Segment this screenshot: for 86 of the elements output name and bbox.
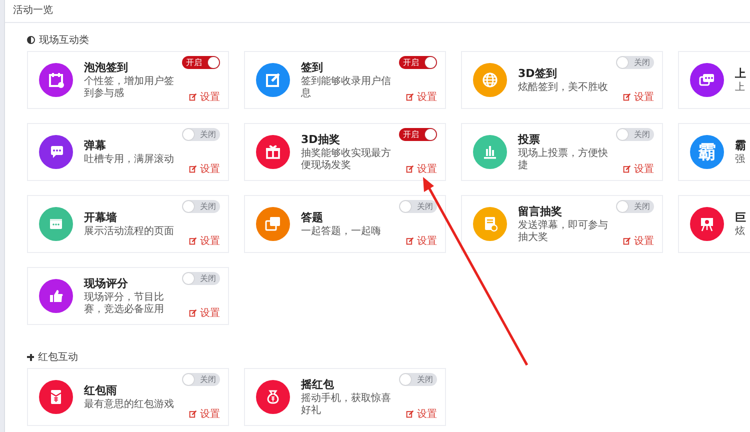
edit-icon xyxy=(406,410,414,418)
toggle-switch[interactable]: 关闭 xyxy=(182,128,220,141)
activity-title: 答题 xyxy=(301,210,324,224)
edit-icon xyxy=(189,237,197,245)
thumbs-up-icon xyxy=(39,279,73,313)
activity-description: 炫 xyxy=(735,226,746,238)
activity-description: 发送弹幕，即可参与抽大奖 xyxy=(518,220,609,244)
settings-link[interactable]: 设置 xyxy=(623,162,654,176)
edit-icon xyxy=(256,63,290,97)
activity-description: 炫酷签到，美不胜收 xyxy=(518,82,609,94)
section-title: 红包互动 xyxy=(38,351,78,364)
activity-description: 现场上投票，方便快捷 xyxy=(518,148,609,172)
bar-chart-icon xyxy=(473,135,507,169)
activity-title: 霸 xyxy=(735,138,747,152)
toggle-switch[interactable]: 关闭 xyxy=(182,200,220,213)
toggle-switch[interactable]: 关闭 xyxy=(182,272,220,285)
activity-description: 签到能够收录用户信息 xyxy=(301,76,392,100)
toggle-switch[interactable]: 关闭 xyxy=(616,128,654,141)
settings-link[interactable]: 设置 xyxy=(623,90,654,104)
activity-description: 个性签，增加用户签到参与感 xyxy=(84,76,175,100)
chat-icon xyxy=(690,63,724,97)
edit-icon xyxy=(406,93,414,101)
settings-link[interactable]: 设置 xyxy=(623,234,654,248)
activity-description: 吐槽专用，满屏滚动 xyxy=(84,154,175,166)
chat-icon xyxy=(256,207,290,241)
activity-title: 弹幕 xyxy=(84,138,107,152)
toggle-switch[interactable]: 关闭 xyxy=(399,200,437,213)
settings-link[interactable]: 设置 xyxy=(189,407,220,421)
activity-description: 最有意思的红包游戏 xyxy=(84,398,175,410)
activity-title: 巨 xyxy=(735,210,747,224)
edit-icon xyxy=(189,93,197,101)
settings-link[interactable]: 设置 xyxy=(189,90,220,104)
document-icon xyxy=(473,207,507,241)
edit-icon xyxy=(623,237,631,245)
activity-title: 签到 xyxy=(301,60,324,74)
settings-link[interactable]: 设置 xyxy=(406,407,437,421)
toggle-switch[interactable]: 关闭 xyxy=(399,373,437,386)
activity-description: 一起答题，一起嗨 xyxy=(301,226,382,238)
edit-icon xyxy=(623,165,631,173)
toggle-switch[interactable]: 开启 xyxy=(182,56,220,69)
activity-title: 上 xyxy=(735,66,747,80)
settings-link[interactable]: 设置 xyxy=(189,306,220,320)
edit-icon xyxy=(406,165,414,173)
edit-icon xyxy=(406,237,414,245)
activity-description: 摇动手机，获取惊喜好礼 xyxy=(301,392,392,416)
panel-title: 活动一览 xyxy=(5,0,750,23)
easel-icon xyxy=(690,207,724,241)
half-circle-icon xyxy=(27,36,35,44)
settings-link[interactable]: 设置 xyxy=(406,234,437,248)
settings-link[interactable]: 设置 xyxy=(406,90,437,104)
activity-description: 强 xyxy=(735,154,746,166)
gift-icon xyxy=(256,135,290,169)
money-bag-icon xyxy=(256,380,290,414)
edit-icon xyxy=(189,410,197,418)
toggle-switch[interactable]: 关闭 xyxy=(616,200,654,213)
globe-icon xyxy=(473,63,507,97)
activity-description: 抽奖能够收实现最方便现场发奖 xyxy=(301,148,392,172)
edit-icon xyxy=(623,93,631,101)
settings-link[interactable]: 设置 xyxy=(189,234,220,248)
activity-title: 摇红包 xyxy=(301,378,335,392)
cross-icon xyxy=(27,354,34,360)
toggle-switch[interactable]: 开启 xyxy=(399,128,437,141)
settings-link[interactable]: 设置 xyxy=(406,162,437,176)
activity-description: 现场评分，节目比赛，竞选必备应用 xyxy=(84,292,165,316)
toggle-switch[interactable]: 开启 xyxy=(399,56,437,69)
section-title: 现场互动类 xyxy=(39,34,89,47)
activity-title: 开幕墙 xyxy=(84,210,118,224)
toggle-switch[interactable]: 关闭 xyxy=(616,56,654,69)
calendar-icon xyxy=(39,63,73,97)
activity-title: 红包雨 xyxy=(84,384,118,398)
activity-title: 泡泡签到 xyxy=(84,60,129,74)
edit-icon xyxy=(189,309,197,317)
activity-title: 3D签到 xyxy=(518,66,558,80)
toggle-switch[interactable]: 关闭 xyxy=(182,373,220,386)
activity-title: 现场评分 xyxy=(84,276,129,290)
activity-description: 展示活动流程的页面 xyxy=(84,226,175,238)
envelope-icon xyxy=(39,380,73,414)
calendar-icon xyxy=(39,207,73,241)
activity-title: 3D抽奖 xyxy=(301,132,341,146)
activity-description: 上 xyxy=(735,82,746,94)
character-icon: 霸 xyxy=(690,135,724,169)
settings-link[interactable]: 设置 xyxy=(189,162,220,176)
edit-icon xyxy=(189,165,197,173)
activity-title: 留言抽奖 xyxy=(518,204,563,218)
activity-title: 投票 xyxy=(518,132,541,146)
chat-icon xyxy=(39,135,73,169)
